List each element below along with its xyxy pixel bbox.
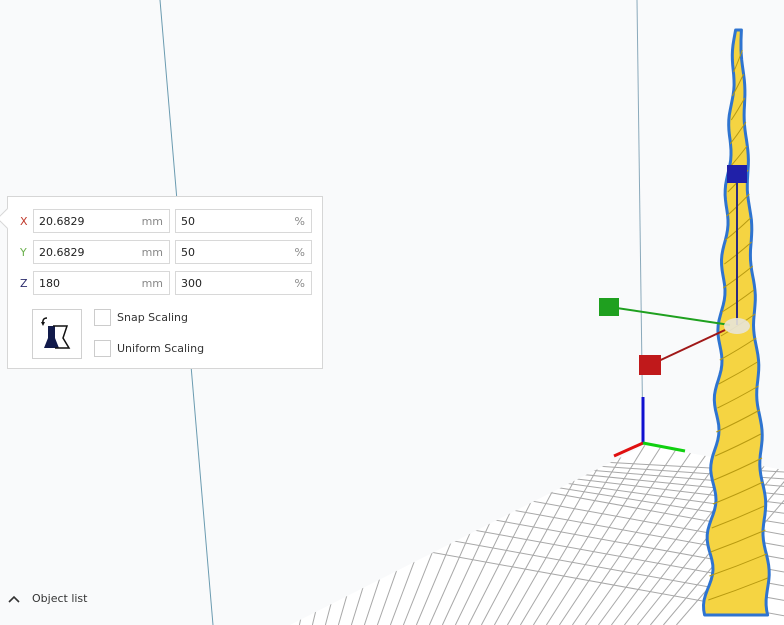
z-scale-handle[interactable]	[727, 165, 747, 183]
uniform-scaling-label: Uniform Scaling	[117, 342, 204, 355]
y-mm-value: 20.6829	[39, 246, 85, 259]
y-percent-value: 50	[181, 246, 195, 259]
x-percent-value: 50	[181, 215, 195, 228]
unit-label: mm	[142, 277, 163, 290]
unit-label: %	[295, 246, 305, 259]
unit-label: %	[295, 215, 305, 228]
x-mm-input[interactable]: 20.6829 mm	[33, 209, 170, 233]
y-percent-input[interactable]: 50%	[175, 240, 312, 264]
z-percent-input[interactable]: 300%	[175, 271, 312, 295]
x-axis-label: X	[20, 215, 28, 228]
chevron-up-icon	[8, 595, 20, 603]
snap-scaling-label: Snap Scaling	[117, 311, 188, 324]
y-axis-label: Y	[20, 246, 27, 259]
unit-label: mm	[142, 246, 163, 259]
z-percent-value: 300	[181, 277, 202, 290]
unit-label: mm	[142, 215, 163, 228]
unit-label: %	[295, 277, 305, 290]
grid-line	[273, 445, 305, 625]
y-mm-input[interactable]: 20.6829 mm	[33, 240, 170, 264]
z-axis-label: Z	[20, 277, 28, 290]
object-list-toggle[interactable]: Object list	[8, 592, 87, 605]
object-list-label: Object list	[32, 592, 87, 605]
y-scale-handle[interactable]	[599, 298, 619, 316]
snap-scaling-checkbox[interactable]	[94, 309, 111, 326]
scale-tool-panel: X 20.6829mm 50% Y 20.6829mm 50% Z 180mm …	[7, 196, 323, 369]
grid-line	[286, 445, 322, 625]
reset-scale-button[interactable]	[32, 309, 82, 359]
x-scale-handle[interactable]	[639, 355, 661, 375]
z-mm-value: 180	[39, 277, 60, 290]
reset-scale-icon	[33, 310, 81, 358]
build-volume-edge-right	[637, 0, 643, 445]
grid-line	[299, 445, 339, 625]
uniform-scaling-checkbox[interactable]	[94, 340, 111, 357]
x-percent-input[interactable]: 50%	[175, 209, 312, 233]
z-mm-input[interactable]: 180 mm	[33, 271, 170, 295]
x-mm-value: 20.6829	[39, 215, 85, 228]
